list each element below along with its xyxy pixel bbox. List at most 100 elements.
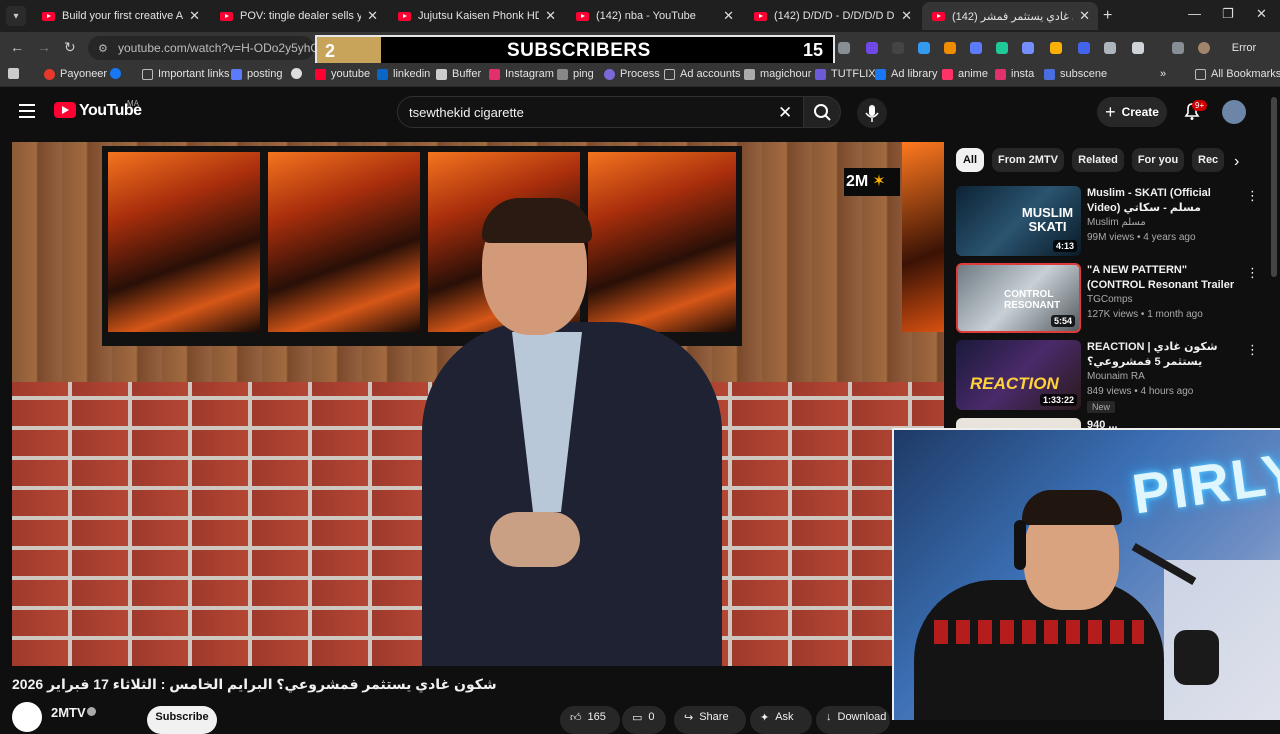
chip-from-2mtv[interactable]: From 2MTV xyxy=(992,148,1064,172)
youtube-logo-icon[interactable] xyxy=(54,102,76,118)
error-button[interactable]: Error xyxy=(1226,38,1262,58)
chip-for-you[interactable]: For you xyxy=(1132,148,1184,172)
bookmark-important-links[interactable]: Important links xyxy=(142,68,230,80)
more-bookmarks-icon[interactable]: » xyxy=(1160,68,1166,80)
close-tab-icon[interactable]: ✕ xyxy=(1079,8,1090,24)
tab-2[interactable]: POV: tingle dealer sells you $25 ✕ xyxy=(210,2,386,30)
tab-6-active[interactable]: (142) شكون غادي يستثمر فمشر ✕ xyxy=(922,2,1098,30)
account-avatar[interactable] xyxy=(1222,100,1246,124)
voice-search-button[interactable] xyxy=(857,98,887,128)
share-button[interactable]: ↪ Share xyxy=(674,706,746,734)
profile-icon[interactable] xyxy=(1198,42,1210,54)
extension-icon[interactable] xyxy=(918,42,930,54)
address-bar[interactable]: ⚙ youtube.com/watch?v=H-ODo2y5yhQ&t= xyxy=(88,36,338,60)
video-title[interactable]: Muslim - SKATI (Official Video) مسلم - س… xyxy=(1087,186,1237,216)
page-scrollbar[interactable] xyxy=(1271,97,1277,277)
channel-avatar[interactable] xyxy=(12,702,42,732)
tab-search-icon[interactable]: ▾ xyxy=(6,6,26,26)
extension-icon[interactable] xyxy=(838,42,850,54)
bookmark-process[interactable]: Process xyxy=(604,68,660,80)
tab-5[interactable]: (142) D/D/D - D/D/D/D Dimens ✕ xyxy=(744,2,920,30)
recommended-video[interactable]: REACTION 1:33:22 REACTION | شكون غادي يس… xyxy=(956,340,1259,413)
like-button[interactable]: 👍︎ 165 xyxy=(560,706,620,734)
close-tab-icon[interactable]: ✕ xyxy=(901,8,912,24)
bookmark-buffer[interactable]: Buffer xyxy=(436,68,481,80)
minimize-icon[interactable]: — xyxy=(1188,6,1201,21)
channel-name[interactable]: 2MTV xyxy=(51,705,86,720)
bookmark-subscene[interactable]: subscene xyxy=(1044,68,1107,80)
extension-icon[interactable] xyxy=(1050,42,1062,54)
extension-icon[interactable] xyxy=(1022,42,1034,54)
extension-icon[interactable] xyxy=(996,42,1008,54)
ask-button[interactable]: ✦ Ask xyxy=(750,706,812,734)
subscribe-button[interactable]: Subscribe xyxy=(147,706,217,734)
extension-icon[interactable] xyxy=(1104,42,1116,54)
extension-icon[interactable] xyxy=(866,42,878,54)
extensions-puzzle-icon[interactable] xyxy=(1132,42,1144,54)
chip-all[interactable]: All xyxy=(956,148,984,172)
maximize-icon[interactable]: ❐ xyxy=(1222,6,1234,22)
bookmark-facebook[interactable] xyxy=(110,68,126,79)
menu-icon[interactable] xyxy=(19,104,35,118)
bookmark-payoneer[interactable]: Payoneer xyxy=(44,68,107,80)
media-controls-icon[interactable] xyxy=(1172,42,1184,54)
bookmark-magichour[interactable]: magichour xyxy=(744,68,811,80)
more-options-icon[interactable]: ⋮ xyxy=(1246,342,1259,358)
forward-icon[interactable]: → xyxy=(37,39,51,55)
chip-related[interactable]: Related xyxy=(1072,148,1124,172)
back-icon[interactable]: ← xyxy=(10,39,24,55)
all-bookmarks[interactable]: All Bookmarks xyxy=(1195,68,1280,80)
close-tab-icon[interactable]: ✕ xyxy=(723,8,734,24)
video-title[interactable]: REACTION | شكون غادي يستثمر 5 فمشروعي؟ ا… xyxy=(1087,340,1237,370)
close-tab-icon[interactable]: ✕ xyxy=(545,8,556,24)
chip-recent[interactable]: Rec xyxy=(1192,148,1224,172)
clear-search-icon[interactable]: ✕ xyxy=(778,103,792,123)
more-options-icon[interactable]: ⋮ xyxy=(1246,188,1259,204)
bookmark-posting[interactable]: posting xyxy=(231,68,282,80)
channel-name[interactable]: Mounaim RA xyxy=(1087,371,1145,382)
bookmark-instagram[interactable]: Instagram xyxy=(489,68,554,80)
download-button[interactable]: ↓ Download xyxy=(816,706,890,734)
bookmark-anime[interactable]: anime xyxy=(942,68,988,80)
bookmark-youtube[interactable]: youtube xyxy=(315,68,370,80)
tab-4[interactable]: (142) nba - YouTube ✕ xyxy=(566,2,742,30)
tab-1[interactable]: Build your first creative AI work ✕ xyxy=(32,2,208,30)
search-input[interactable]: tsewthekid cigarette ✕ xyxy=(397,96,803,128)
recommended-video[interactable]: 940 ... xyxy=(956,418,1256,428)
reload-icon[interactable]: ↻ xyxy=(64,39,76,56)
video-player[interactable]: 2M ✶ xyxy=(12,142,944,666)
recommended-video[interactable]: MUSLIM SKATI 4:13 Muslim - SKATI (Offici… xyxy=(956,186,1259,258)
extension-icon[interactable] xyxy=(892,42,904,54)
recommended-video[interactable]: CONTROL RESONANT 5:54 "A NEW PATTERN" (C… xyxy=(956,263,1259,335)
bookmark-tutflix[interactable]: TUTFLIX xyxy=(815,68,876,80)
video-thumbnail[interactable]: REACTION 1:33:22 xyxy=(956,340,1081,410)
more-options-icon[interactable]: ⋮ xyxy=(1246,265,1259,281)
bookmark-ad-accounts[interactable]: Ad accounts xyxy=(664,68,741,80)
extension-icon[interactable] xyxy=(1078,42,1090,54)
bookmark-ping[interactable]: ping xyxy=(557,68,594,80)
bookmark-linkedin[interactable]: linkedin xyxy=(377,68,430,80)
video-thumbnail[interactable] xyxy=(956,418,1081,428)
close-tab-icon[interactable]: ✕ xyxy=(189,8,200,24)
bookmark-insta[interactable]: insta xyxy=(995,68,1034,80)
channel-name[interactable]: Muslim مسلم xyxy=(1087,217,1146,228)
extension-icon[interactable] xyxy=(970,42,982,54)
tab-3[interactable]: Jujutsu Kaisen Phonk HD - YouT ✕ xyxy=(388,2,564,30)
chevron-right-icon[interactable]: › xyxy=(1234,153,1239,171)
channel-name[interactable]: TGComps xyxy=(1087,294,1133,305)
close-tab-icon[interactable]: ✕ xyxy=(367,8,378,24)
site-info-icon[interactable]: ⚙ xyxy=(98,42,110,55)
create-button[interactable]: + Create xyxy=(1097,97,1167,127)
video-title[interactable]: 940 ... xyxy=(1087,418,1237,428)
bookmark-ad-library[interactable]: Ad library xyxy=(875,68,937,80)
video-thumbnail[interactable]: CONTROL RESONANT 5:54 xyxy=(956,263,1081,333)
bookmark-google[interactable] xyxy=(291,68,307,79)
search-button[interactable] xyxy=(803,96,841,128)
video-thumbnail[interactable]: MUSLIM SKATI 4:13 xyxy=(956,186,1081,256)
apps-grid-icon[interactable] xyxy=(8,68,24,79)
comments-button[interactable]: ▭ 0 xyxy=(622,706,666,734)
extension-icon[interactable] xyxy=(944,42,956,54)
new-tab-icon[interactable]: + xyxy=(1103,7,1112,25)
video-title[interactable]: "A NEW PATTERN" (CONTROL Resonant Traile… xyxy=(1087,263,1237,293)
close-window-icon[interactable]: ✕ xyxy=(1256,6,1267,22)
